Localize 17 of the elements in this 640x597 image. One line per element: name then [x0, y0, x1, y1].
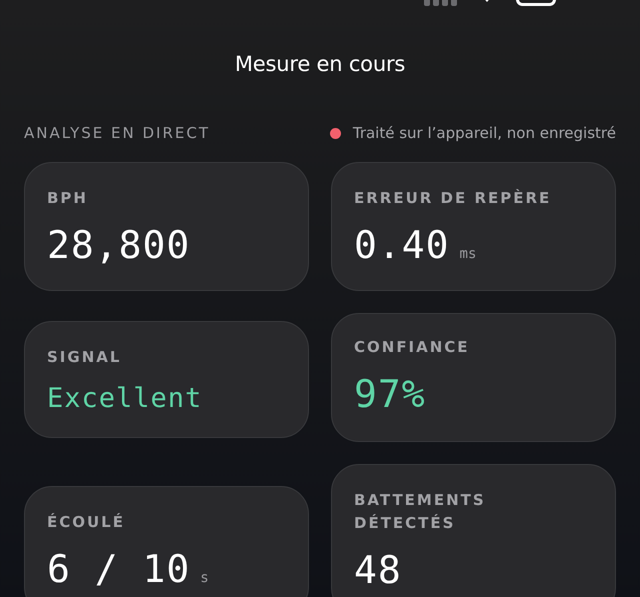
metric-value: Excellent: [47, 382, 202, 416]
metric-value: 48: [354, 547, 402, 593]
metric-value: 6 / 10: [47, 546, 190, 592]
metric-value: 0.40: [354, 222, 450, 268]
metric-unit: s: [200, 570, 209, 586]
metric-label: BATTEMENTS DÉTECTÉS: [354, 490, 487, 534]
metric-label: ERREUR DE REPÈRE: [354, 188, 552, 209]
metric-value: 28,800: [47, 222, 190, 268]
metric-label: BPH: [47, 188, 89, 209]
metric-value: 97%: [354, 371, 426, 417]
status-text: Traité sur l’appareil, non enregistré: [352, 124, 616, 142]
metric-label: SIGNAL: [47, 347, 122, 368]
metric-label: ÉCOULÉ: [47, 512, 126, 533]
metric-label: CONFIANCE: [354, 337, 471, 358]
screen-title: Mesure en cours: [234, 52, 406, 76]
metric-unit: ms: [460, 246, 476, 262]
section-heading: ANALYSE EN DIRECT: [24, 124, 210, 142]
